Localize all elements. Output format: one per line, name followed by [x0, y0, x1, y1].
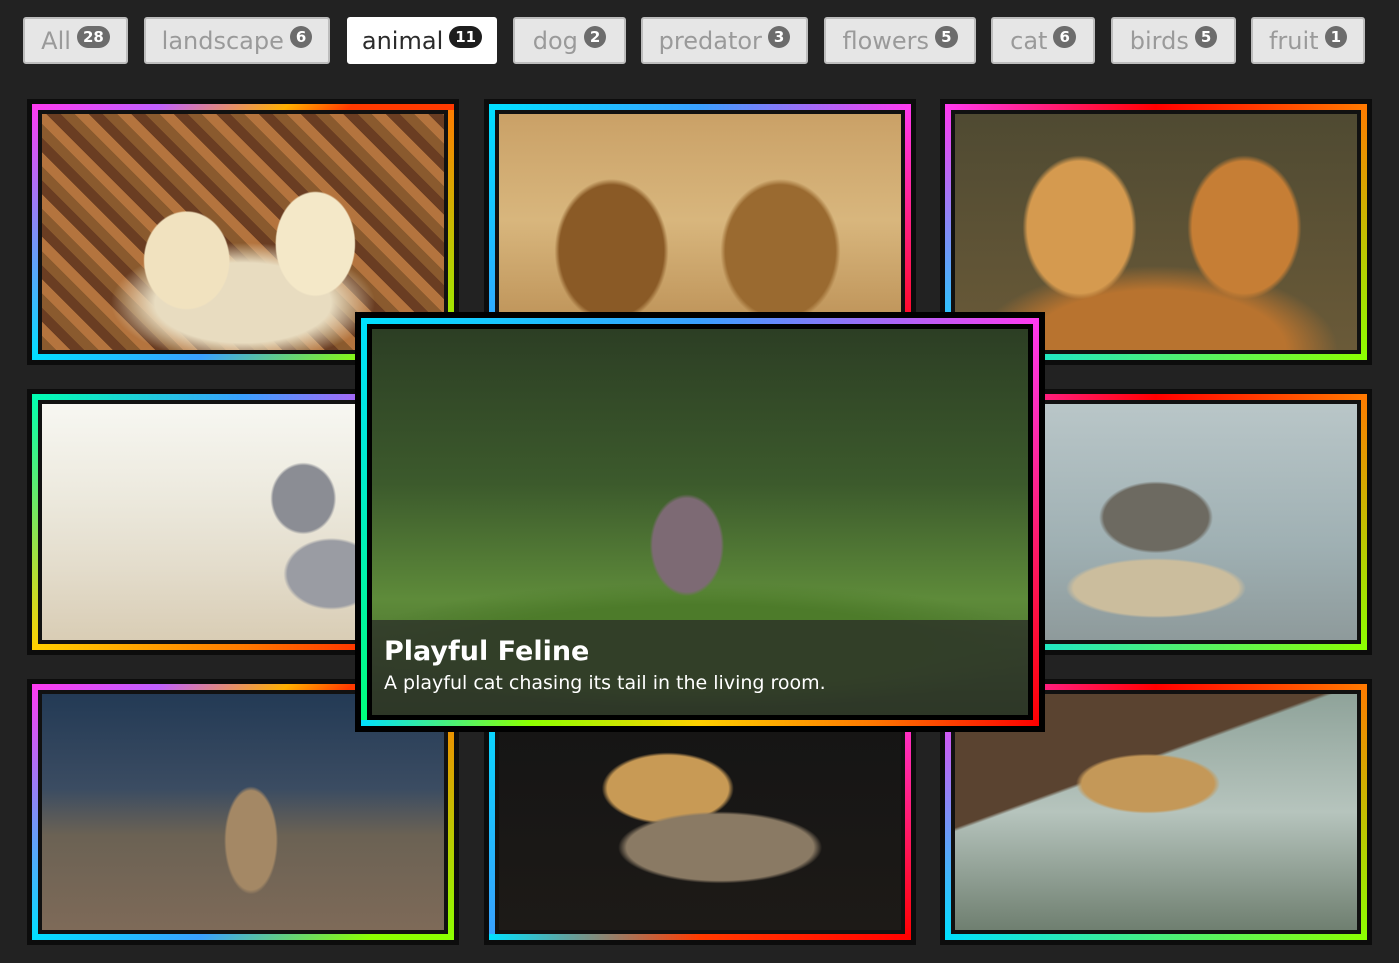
filter-count-badge: 1: [1324, 25, 1348, 48]
filter-label: cat: [1010, 26, 1048, 55]
filter-birds-button[interactable]: birds 5: [1111, 17, 1236, 64]
featured-title: Playful Feline: [384, 636, 590, 667]
filter-label: All: [41, 26, 71, 55]
featured-caption: Playful Feline A playful cat chasing its…: [372, 620, 1028, 715]
filter-animal-button[interactable]: animal 11: [347, 17, 497, 64]
filter-label: predator: [658, 26, 762, 55]
filter-label: animal: [361, 26, 444, 55]
filter-count-badge: 6: [289, 25, 313, 48]
filter-count-badge: 3: [767, 25, 791, 48]
filter-count-badge: 5: [935, 25, 958, 48]
filter-all-button[interactable]: All 28: [23, 17, 128, 64]
filter-fruit-button[interactable]: fruit 1: [1251, 17, 1365, 64]
filter-count-badge: 2: [583, 25, 607, 48]
filter-label: birds: [1129, 26, 1189, 55]
filter-label: landscape: [161, 26, 284, 55]
filter-label: dog: [532, 26, 578, 55]
filter-predator-button[interactable]: predator 3: [641, 17, 808, 64]
filter-dog-button[interactable]: dog 2: [513, 17, 626, 64]
filter-count-badge: 6: [1053, 25, 1076, 48]
filter-count-badge: 5: [1194, 25, 1218, 48]
filter-cat-button[interactable]: cat 6: [991, 17, 1095, 64]
filter-flowers-button[interactable]: flowers 5: [824, 17, 976, 64]
featured-description: A playful cat chasing its tail in the li…: [384, 672, 826, 694]
filter-landscape-button[interactable]: landscape 6: [144, 17, 330, 64]
featured-image: Playful Feline A playful cat chasing its…: [372, 329, 1028, 715]
featured-card[interactable]: Playful Feline A playful cat chasing its…: [355, 312, 1045, 732]
filter-label: flowers: [842, 26, 930, 55]
gallery-page: All 28 landscape 6 animal 11 dog 2 preda…: [0, 0, 1399, 963]
filter-label: fruit: [1268, 26, 1319, 55]
filter-count-badge: 28: [76, 25, 110, 48]
filter-count-badge: 11: [449, 25, 483, 48]
